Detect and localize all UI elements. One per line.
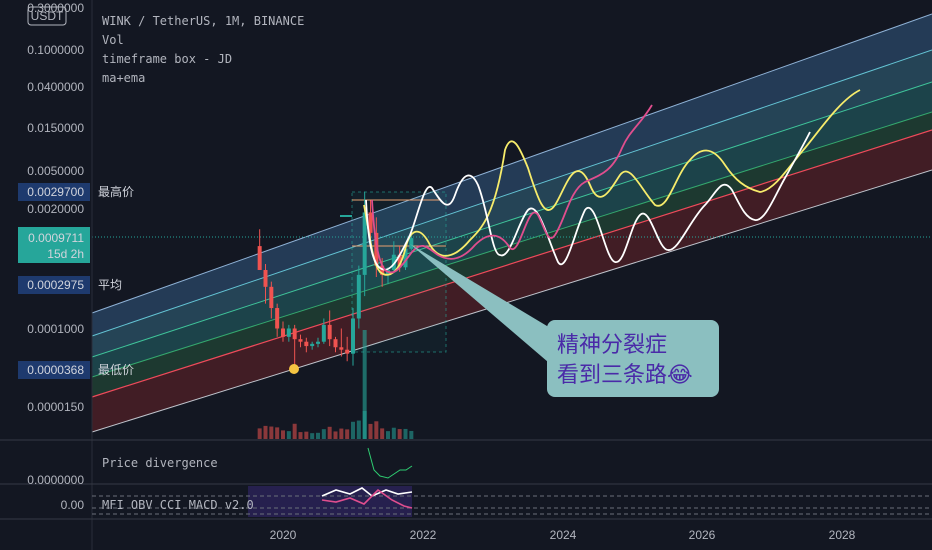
price-tag-high-label: 最高价 [98, 184, 134, 199]
candle-body [339, 347, 344, 350]
price-tag-current: 0.0009711 15d 2h [18, 227, 90, 263]
low-marker-icon [289, 364, 299, 374]
volume-bar [403, 428, 408, 439]
callout-line-2: 看到三条路😂 [557, 363, 693, 388]
price-tick: 0.0150000 [27, 121, 84, 135]
volume-bar [327, 426, 332, 439]
price-tag-countdown: 15d 2h [47, 247, 84, 261]
candle-body [321, 324, 326, 342]
svg-text:0.0029700: 0.0029700 [27, 185, 84, 199]
price-tag-low: 0.0000368 最低价 [18, 361, 134, 379]
pane-price-divergence-axis-value: 0.0000000 [27, 473, 84, 487]
volume-bar [351, 421, 355, 439]
candle-body [257, 246, 262, 270]
volume-bar [257, 428, 262, 439]
volume-bar [292, 423, 297, 439]
candle-body [263, 269, 268, 287]
time-tick: 2024 [550, 528, 577, 542]
candle-body [316, 341, 320, 344]
candle-body [356, 274, 361, 319]
candle-body [304, 341, 309, 347]
volume-bar [374, 421, 379, 439]
price-tick: 0.0050000 [27, 164, 84, 178]
candle-body [281, 328, 285, 337]
laughing-emoji-icon: 😂 [667, 363, 693, 388]
volume-bar [304, 431, 309, 439]
price-tick: 0.3000000 [27, 1, 84, 15]
volume-bar [263, 425, 268, 439]
volume-bar [321, 429, 326, 439]
candle-body [351, 318, 355, 354]
volume-bar [286, 431, 291, 439]
candle-body [286, 328, 291, 337]
volume-bar [333, 431, 338, 439]
candle-body [409, 238, 414, 249]
svg-text:0.0009711: 0.0009711 [28, 231, 84, 245]
volume-bar [356, 420, 361, 439]
candle-body [327, 324, 332, 340]
price-tick: 0.1000000 [27, 43, 84, 57]
price-tag-avg-label: 平均 [98, 278, 122, 292]
volume-bar [368, 423, 373, 439]
svg-text:0.0002975: 0.0002975 [27, 278, 84, 292]
candle-body [362, 212, 367, 275]
candle-body [292, 328, 297, 340]
volume-bar [275, 427, 280, 439]
price-tag-high: 0.0029700 最高价 [18, 183, 134, 201]
volume-bar [386, 431, 390, 439]
legend-indicator-timeframe[interactable]: timeframe box - JD [102, 52, 232, 66]
time-tick: 2028 [829, 528, 856, 542]
candle-body [345, 349, 350, 354]
legend-vol[interactable]: Vol [102, 33, 124, 47]
price-tick: 0.0000150 [27, 400, 84, 414]
time-axis[interactable]: 2020 2022 2024 2026 2028 [270, 528, 856, 542]
pane-mfi-axis-value: 0.00 [61, 498, 85, 512]
divergence-line [367, 447, 413, 479]
volume-bar [269, 426, 274, 439]
time-tick: 2026 [689, 528, 716, 542]
volume-bar [298, 432, 303, 439]
trading-chart[interactable]: 精神分裂症 看到三条路😂 WINK / TetherUS, 1M, BINANC… [0, 0, 932, 550]
candle-body [275, 308, 280, 329]
volume-bar [380, 428, 385, 439]
volume-bar-spike [362, 330, 367, 439]
time-tick: 2020 [270, 528, 297, 542]
candle-body [333, 339, 338, 348]
volume-bar [397, 429, 402, 439]
time-tick: 2022 [410, 528, 437, 542]
candle-body [298, 339, 303, 342]
svg-text:0.0000368: 0.0000368 [27, 363, 84, 377]
price-axis[interactable]: USDT 0.3000000 0.1000000 0.0400000 0.015… [0, 0, 93, 550]
pane-price-divergence[interactable]: Price divergence 0.0000000 [27, 447, 413, 487]
candle-body [310, 343, 315, 347]
volume-bar [391, 427, 396, 439]
volume-bar [339, 428, 344, 439]
price-tag-low-label: 最低价 [98, 363, 134, 377]
pane-price-divergence-label[interactable]: Price divergence [102, 456, 218, 470]
volume-bar [310, 433, 315, 439]
legend-indicator-ma[interactable]: ma+ema [102, 71, 145, 85]
callout-line-1: 精神分裂症 [557, 333, 667, 358]
pane-mfi-obv-cci-macd[interactable]: MFI OBV CCI MACD v2.0 0.00 [61, 486, 932, 517]
legend-symbol[interactable]: WINK / TetherUS, 1M, BINANCE [102, 14, 304, 28]
price-tick: 0.0001000 [27, 322, 84, 336]
volume-bar [345, 429, 350, 439]
price-tick: 0.0020000 [27, 202, 84, 216]
volume-bar [281, 430, 285, 439]
volume-bar [409, 430, 414, 439]
price-tick: 0.0400000 [27, 80, 84, 94]
volume-bar [316, 432, 320, 439]
candle-body [269, 286, 274, 309]
price-tag-avg: 0.0002975 平均 [18, 276, 122, 294]
pane-mfi-label[interactable]: MFI OBV CCI MACD v2.0 [102, 498, 254, 512]
